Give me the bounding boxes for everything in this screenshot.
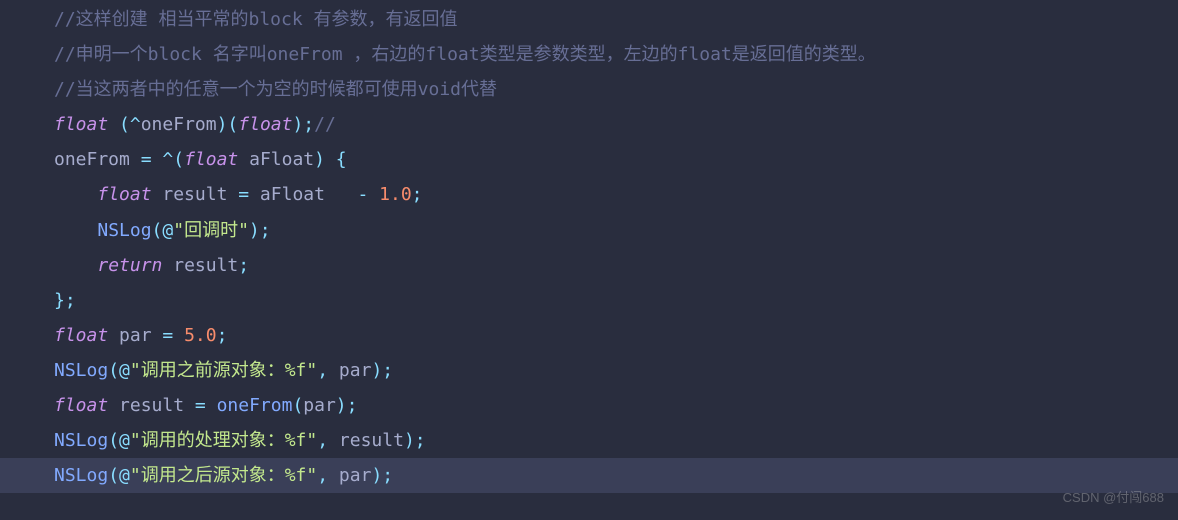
code-line[interactable]: //申明一个block 名字叫oneFrom ，右边的float类型是参数类型，… [54, 37, 1178, 72]
code-token: NSLog [54, 465, 108, 486]
code-token: ( [173, 149, 184, 170]
code-token: ; [412, 184, 423, 205]
code-editor[interactable]: //这样创建 相当平常的block 有参数，有返回值 //申明一个block 名字… [54, 2, 1178, 493]
code-token: @ [119, 360, 130, 381]
code-token: float [238, 114, 292, 135]
code-line[interactable]: NSLog(@"回调时"); [54, 213, 1178, 248]
code-token: return [97, 255, 162, 276]
code-token [54, 184, 97, 205]
code-token: "调用的处理对象：%f" [130, 430, 317, 451]
watermark: CSDN @付闯688 [1063, 485, 1164, 510]
code-token: //这样创建 相当平常的block 有参数，有返回值 [54, 9, 458, 30]
code-token [206, 395, 217, 416]
code-token: aFloat [238, 149, 314, 170]
code-line[interactable]: //这样创建 相当平常的block 有参数，有返回值 [54, 2, 1178, 37]
code-token: float [54, 325, 108, 346]
code-token: aFloat [249, 184, 357, 205]
code-token: , [317, 360, 328, 381]
code-token: // [314, 114, 336, 135]
code-token: "调用之后源对象：%f" [130, 465, 317, 486]
code-token: oneFrom [217, 395, 293, 416]
code-line[interactable]: float (^oneFrom)(float);// [54, 107, 1178, 142]
code-token: par [328, 465, 371, 486]
code-token [368, 184, 379, 205]
code-token: NSLog [97, 220, 151, 241]
code-token: "调用之前源对象：%f" [130, 360, 317, 381]
code-token [152, 149, 163, 170]
code-token: 5.0 [184, 325, 217, 346]
code-token: float [54, 395, 108, 416]
code-line[interactable]: NSLog(@"调用的处理对象：%f", result); [54, 423, 1178, 458]
code-token: NSLog [54, 430, 108, 451]
code-token: @ [119, 430, 130, 451]
code-token [54, 255, 97, 276]
code-token: )( [217, 114, 239, 135]
code-line[interactable]: NSLog(@"调用之后源对象：%f", par); [0, 458, 1178, 493]
code-token: float [97, 184, 151, 205]
code-token: result [162, 255, 238, 276]
code-line[interactable]: return result; [54, 248, 1178, 283]
code-line[interactable]: //当这两者中的任意一个为空的时候都可使用void代替 [54, 72, 1178, 107]
code-token: ( [292, 395, 303, 416]
code-line[interactable]: }; [54, 283, 1178, 318]
code-token: NSLog [54, 360, 108, 381]
code-token: ); [336, 395, 358, 416]
code-token: result [328, 430, 404, 451]
code-token: 1.0 [379, 184, 412, 205]
code-token: result [108, 395, 195, 416]
code-token: par [303, 395, 336, 416]
code-token: par [328, 360, 371, 381]
code-token: = [195, 395, 206, 416]
code-token: ( [108, 430, 119, 451]
code-token: ); [292, 114, 314, 135]
code-token: , [317, 465, 328, 486]
code-line[interactable]: float result = aFloat - 1.0; [54, 177, 1178, 212]
code-token [173, 325, 184, 346]
code-token: ^ [162, 149, 173, 170]
code-token: ; [217, 325, 228, 346]
code-token: //当这两者中的任意一个为空的时候都可使用void代替 [54, 79, 497, 100]
code-token: par [108, 325, 162, 346]
code-line[interactable]: NSLog(@"调用之前源对象：%f", par); [54, 353, 1178, 388]
code-token: = [162, 325, 173, 346]
code-token [108, 114, 119, 135]
code-line[interactable]: oneFrom = ^(float aFloat) { [54, 142, 1178, 177]
code-token: }; [54, 290, 76, 311]
code-token: ( [119, 114, 130, 135]
code-token: ); [404, 430, 426, 451]
code-token: ( [152, 220, 163, 241]
code-token: oneFrom [141, 114, 217, 135]
code-token: ; [238, 255, 249, 276]
code-token: , [317, 430, 328, 451]
code-token: result [152, 184, 239, 205]
code-token: ); [371, 360, 393, 381]
code-token: ) { [314, 149, 347, 170]
code-token: @ [119, 465, 130, 486]
code-line[interactable]: float result = oneFrom(par); [54, 388, 1178, 423]
code-token [54, 220, 97, 241]
code-token: ); [249, 220, 271, 241]
code-token: oneFrom [54, 149, 141, 170]
code-token: = [141, 149, 152, 170]
code-token: @ [162, 220, 173, 241]
code-token: float [54, 114, 108, 135]
code-token: = [238, 184, 249, 205]
code-token: ( [108, 465, 119, 486]
code-token: ^ [130, 114, 141, 135]
code-token: - [357, 184, 368, 205]
code-line[interactable]: float par = 5.0; [54, 318, 1178, 353]
code-token: ( [108, 360, 119, 381]
code-token: float [184, 149, 238, 170]
code-token: ); [371, 465, 393, 486]
code-token: //申明一个block 名字叫oneFrom ，右边的float类型是参数类型，… [54, 44, 876, 65]
code-token: "回调时" [173, 220, 249, 241]
